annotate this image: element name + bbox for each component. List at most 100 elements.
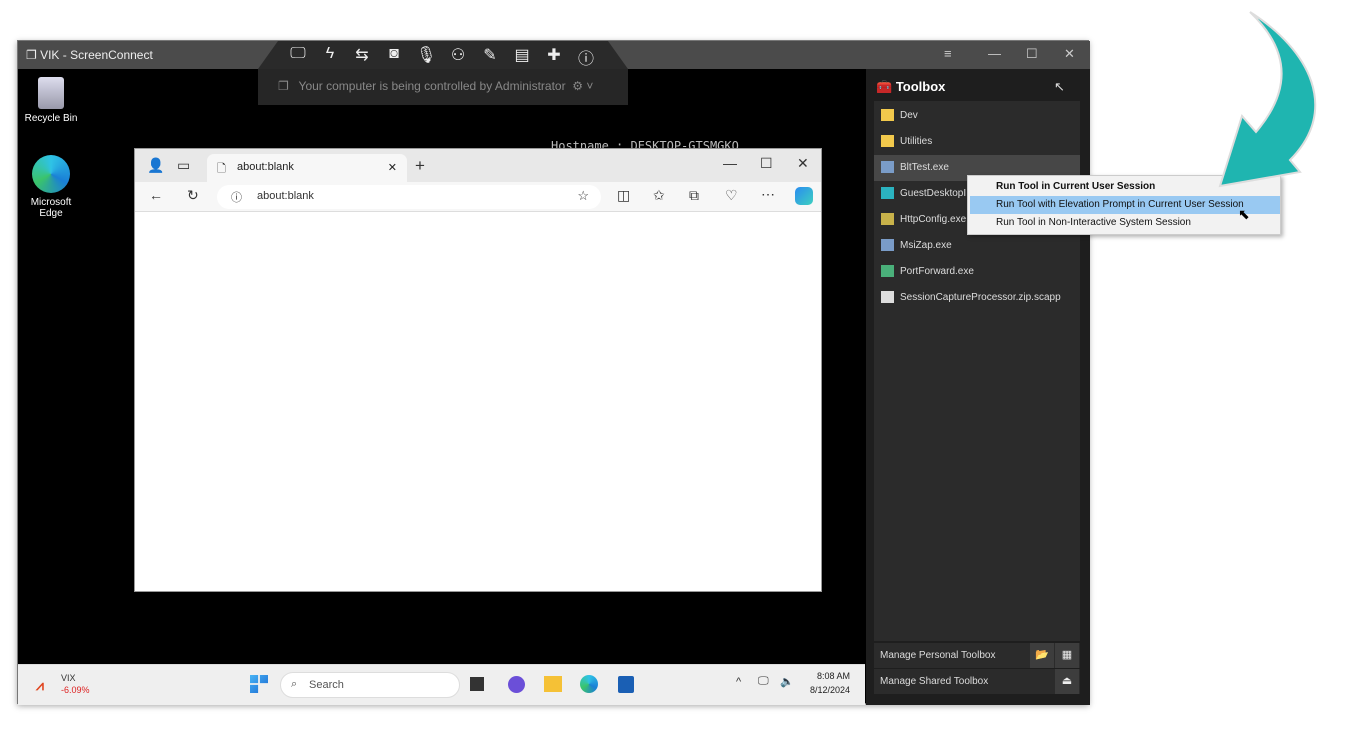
split-screen-icon[interactable]: ◫ <box>617 187 630 204</box>
settings-gear-icon[interactable]: ⚙ ˅ <box>572 79 593 93</box>
collections-icon[interactable]: ⧉ <box>689 187 699 204</box>
pen-icon[interactable]: ✎ <box>480 45 500 69</box>
recycle-bin-label: Recycle Bin <box>24 113 78 124</box>
exe-icon <box>881 213 894 225</box>
annotation-arrow <box>1218 11 1317 188</box>
item-label: Dev <box>900 110 918 121</box>
swap-icon[interactable]: ⇆ <box>352 45 372 69</box>
tray-chevron-icon[interactable]: ^ <box>736 676 741 688</box>
lightning-icon[interactable]: ϟ <box>320 45 340 69</box>
manage-personal-toolbox[interactable]: Manage Personal Toolbox 📂 ▦ <box>874 643 1080 668</box>
copilot-icon[interactable] <box>795 187 813 205</box>
file-icon <box>881 291 894 303</box>
taskbar-search[interactable]: ⌕ Search <box>280 672 460 698</box>
recycle-bin-shortcut[interactable]: Recycle Bin <box>21 77 81 124</box>
favorite-star-icon[interactable]: ☆ <box>577 188 589 204</box>
stock-icon: ⩘ <box>36 677 44 693</box>
exe-icon <box>881 239 894 251</box>
tab-about-blank[interactable]: 🗋 about:blank ✕ <box>207 154 407 182</box>
plus-icon[interactable]: ✚ <box>544 45 564 69</box>
camera-icon[interactable]: ◙ <box>384 45 404 69</box>
profile-icon[interactable]: 👤 <box>147 157 164 174</box>
control-toolbar-icons: 🖵 ϟ ⇆ ◙ 🎙 ⚇ ✎ ▤ ✚ ⓘ <box>288 45 596 69</box>
monitor-icon[interactable]: 🖵 <box>288 45 308 69</box>
search-icon: ⌕ <box>291 678 298 690</box>
toolbox-item[interactable]: SessionCaptureProcessor.zip.scapp <box>874 285 1080 311</box>
stock-name[interactable]: VIX <box>61 673 76 683</box>
toolbox-item[interactable]: Dev <box>874 103 1080 129</box>
control-banner: ❐ Your computer is being controlled by A… <box>258 69 628 105</box>
mouse-cursor-icon: ⬉ <box>1238 206 1250 222</box>
item-label: PortForward.exe <box>900 266 974 277</box>
minimize-button[interactable]: — <box>988 46 1001 61</box>
clock-date[interactable]: 8/12/2024 <box>802 685 850 695</box>
search-placeholder: Search <box>309 679 344 691</box>
url-text: about:blank <box>257 190 314 202</box>
maximize-button[interactable]: ☐ <box>1026 46 1038 62</box>
browser-window: 👤 ▭ 🗋 about:blank ✕ + — ☐ ✕ ← ↻ ⓘ about:… <box>134 148 822 592</box>
close-button[interactable]: ✕ <box>1064 46 1075 62</box>
back-icon[interactable]: ← <box>149 187 163 203</box>
new-tab-button[interactable]: + <box>415 156 425 176</box>
folder-icon <box>881 135 894 147</box>
store-icon[interactable] <box>618 676 634 693</box>
arrow-shaft <box>1218 11 1317 188</box>
exe-icon <box>881 265 894 277</box>
teams-icon[interactable] <box>508 676 525 693</box>
refresh-icon[interactable]: ↻ <box>187 187 199 204</box>
microphone-icon[interactable]: 🎙 <box>416 45 436 69</box>
clock-time[interactable]: 8:08 AM <box>808 671 850 681</box>
file-explorer-icon[interactable] <box>544 676 562 692</box>
chat-icon[interactable]: ▤ <box>512 45 532 69</box>
tab-close-icon[interactable]: ✕ <box>388 161 397 174</box>
item-label: Utilities <box>900 136 933 147</box>
edge-taskbar-icon[interactable] <box>580 675 598 693</box>
item-label: BltTest.exe <box>900 162 949 173</box>
recycle-bin-icon <box>38 77 64 109</box>
window-title: ❐ VIK - ScreenConnect <box>26 48 153 62</box>
network-icon[interactable]: 🖵 <box>758 675 769 688</box>
toolbox-title: Toolbox <box>895 79 946 94</box>
popout-arrow-icon[interactable]: ↖ <box>1054 79 1065 95</box>
item-label: HttpConfig.exe <box>900 214 967 225</box>
stock-change: -6.09% <box>61 685 90 695</box>
page-icon: 🗋 <box>217 163 226 175</box>
start-icon[interactable] <box>250 675 268 693</box>
toolbox-icon: 🧰 <box>876 79 893 94</box>
toolbox-item[interactable]: PortForward.exe <box>874 259 1080 285</box>
grid-add-icon[interactable]: ▦ <box>1055 643 1079 668</box>
task-view-icon[interactable] <box>470 677 484 691</box>
exe-icon <box>881 187 894 199</box>
remote-desktop[interactable]: Recycle Bin Microsoft Edge Hostname : DE… <box>18 69 865 664</box>
manage-shared-toolbox[interactable]: Manage Shared Toolbox ⏏ <box>874 669 1080 694</box>
menu-button[interactable]: ≡ <box>944 46 952 61</box>
favorites-icon[interactable]: ✩ <box>653 187 665 204</box>
edge-label: Microsoft Edge <box>30 197 72 219</box>
users-icon[interactable]: ⚇ <box>448 45 468 69</box>
address-bar-row: ← ↻ ⓘ about:blank ☆ ◫ ✩ ⧉ ♡ ⋯ <box>135 182 821 212</box>
browser-maximize[interactable]: ☐ <box>760 155 773 172</box>
tab-bar: 👤 ▭ 🗋 about:blank ✕ + — ☐ ✕ <box>135 149 821 182</box>
menu-run-system-session[interactable]: Run Tool in Non-Interactive System Sessi… <box>970 214 1280 232</box>
folder-icon <box>881 109 894 121</box>
health-icon[interactable]: ♡ <box>725 187 738 204</box>
banner-text: Your computer is being controlled by Adm… <box>298 79 566 93</box>
edge-shortcut[interactable]: Microsoft Edge <box>21 155 81 219</box>
tab-actions-icon[interactable]: ▭ <box>177 157 190 174</box>
shared-toolbox-icon[interactable]: ⏏ <box>1055 669 1079 694</box>
more-icon[interactable]: ⋯ <box>761 186 775 203</box>
volume-icon[interactable]: 🔈 <box>780 675 794 688</box>
folder-open-icon[interactable]: 📂 <box>1030 643 1054 668</box>
item-label: MsiZap.exe <box>900 240 952 251</box>
item-label: GuestDesktopI <box>900 188 967 199</box>
toolbox-panel: 🧰 Toolbox ↖ Dev Utilities BltTest.exe Gu… <box>866 69 1090 705</box>
url-input[interactable]: ⓘ about:blank ☆ <box>217 185 601 209</box>
browser-minimize[interactable]: — <box>723 155 737 171</box>
toolbox-item[interactable]: Utilities <box>874 129 1080 155</box>
screenconnect-window: ❐ VIK - ScreenConnect ≡ — ☐ ✕ Recycle Bi… <box>17 40 1090 705</box>
info-icon[interactable]: ⓘ <box>231 189 242 205</box>
browser-close[interactable]: ✕ <box>797 155 809 172</box>
toolbox-item[interactable]: MsiZap.exe <box>874 233 1080 259</box>
taskbar: ⩘ VIX -6.09% ⌕ Search ^ 🖵 🔈 8:08 AM 8/12… <box>18 664 865 705</box>
info-icon[interactable]: ⓘ <box>576 45 596 69</box>
